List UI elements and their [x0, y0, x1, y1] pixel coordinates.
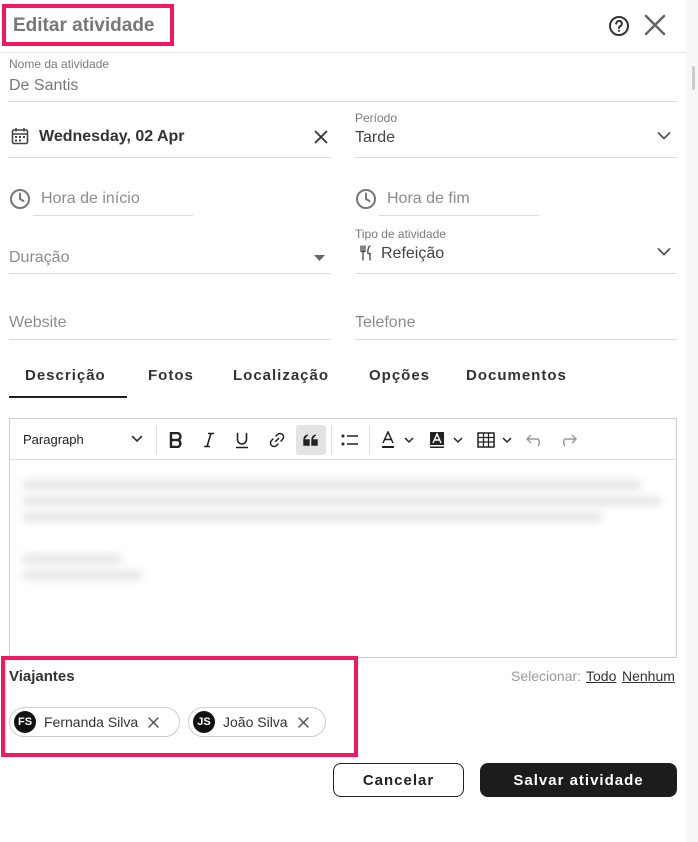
clock-icon — [355, 188, 377, 210]
underline-icon[interactable] — [232, 427, 252, 453]
blurred-text-line — [22, 480, 642, 490]
period-underline — [355, 157, 677, 158]
clock-icon — [9, 188, 31, 210]
redo-icon[interactable] — [557, 427, 579, 453]
tab-documentos[interactable]: Documentos — [466, 367, 567, 384]
end-time-input[interactable]: Hora de fim — [387, 190, 470, 208]
traveler-name: Fernanda Silva — [44, 714, 139, 730]
phone-input[interactable]: Telefone — [355, 314, 416, 332]
activity-type-select[interactable]: Refeição — [381, 245, 444, 263]
cutlery-icon — [359, 245, 373, 261]
tab-opcoes[interactable]: Opções — [369, 367, 430, 384]
blurred-text-line — [22, 554, 122, 564]
editor-content[interactable] — [10, 460, 676, 657]
activity-name-underline — [9, 101, 677, 102]
tab-fotos[interactable]: Fotos — [148, 367, 194, 384]
calendar-icon[interactable] — [11, 127, 29, 145]
website-underline — [9, 339, 331, 340]
chevron-down-icon[interactable] — [657, 247, 671, 257]
caret-down-icon[interactable] — [314, 255, 325, 261]
tab-localizacao[interactable]: Localização — [233, 367, 329, 384]
traveler-chip: FS Fernanda Silva — [9, 707, 180, 737]
bullet-list-icon[interactable] — [339, 427, 361, 453]
start-time-input[interactable]: Hora de início — [41, 190, 140, 208]
chevron-down-icon[interactable] — [131, 435, 143, 443]
close-icon[interactable] — [644, 14, 666, 36]
travelers-title: Viajantes — [9, 668, 75, 685]
block-format-select[interactable]: Paragraph — [23, 432, 84, 447]
period-select[interactable]: Tarde — [355, 129, 395, 147]
blurred-text-line — [22, 496, 662, 506]
active-tab-indicator — [9, 396, 127, 398]
help-icon[interactable] — [608, 15, 630, 37]
scrollbar-thumb[interactable] — [692, 66, 695, 90]
activity-type-label: Tipo de atividade — [355, 227, 446, 241]
duration-underline — [9, 273, 331, 274]
website-input[interactable]: Website — [9, 314, 67, 332]
date-underline — [9, 157, 331, 158]
avatar: JS — [193, 711, 215, 733]
activity-name-label: Nome da atividade — [9, 57, 110, 71]
date-input[interactable]: Wednesday, 02 Apr — [39, 128, 185, 146]
activity-type-underline — [355, 273, 677, 274]
toolbar-separator — [156, 426, 157, 454]
phone-underline — [355, 339, 677, 340]
link-icon[interactable] — [266, 427, 288, 453]
activity-name-input[interactable]: De Santis — [9, 77, 78, 95]
select-label: Selecionar: — [511, 668, 582, 684]
chevron-down-icon[interactable] — [657, 131, 671, 141]
page-title: Editar atividade — [13, 15, 155, 36]
end-time-underline — [379, 215, 539, 216]
undo-icon[interactable] — [524, 427, 546, 453]
scrollbar-track[interactable] — [686, 0, 698, 842]
background-color-icon[interactable] — [427, 427, 465, 453]
traveler-name: João Silva — [223, 714, 288, 730]
remove-icon[interactable] — [297, 716, 309, 728]
start-time-underline — [33, 215, 193, 216]
save-activity-button[interactable]: Salvar atividade — [480, 763, 677, 797]
select-all-link[interactable]: Todo — [586, 668, 616, 684]
tab-descricao[interactable]: Descrição — [25, 367, 106, 384]
blurred-text-line — [22, 512, 602, 522]
remove-icon[interactable] — [148, 716, 159, 728]
toolbar-separator — [369, 426, 370, 454]
text-color-icon[interactable] — [378, 427, 416, 453]
blockquote-icon[interactable] — [296, 425, 326, 455]
traveler-chip: JS João Silva — [188, 707, 326, 737]
select-none-link[interactable]: Nenhum — [622, 668, 675, 684]
bold-icon[interactable] — [166, 427, 186, 453]
cancel-button[interactable]: Cancelar — [333, 763, 464, 797]
toolbar-separator — [331, 426, 332, 454]
table-icon[interactable] — [476, 427, 514, 453]
duration-select[interactable]: Duração — [9, 249, 69, 267]
italic-icon[interactable] — [199, 427, 219, 453]
header-divider — [0, 52, 698, 53]
blurred-text-line — [22, 570, 142, 580]
avatar: FS — [14, 711, 36, 733]
period-label: Período — [355, 111, 398, 125]
clear-date-icon[interactable] — [314, 130, 328, 144]
